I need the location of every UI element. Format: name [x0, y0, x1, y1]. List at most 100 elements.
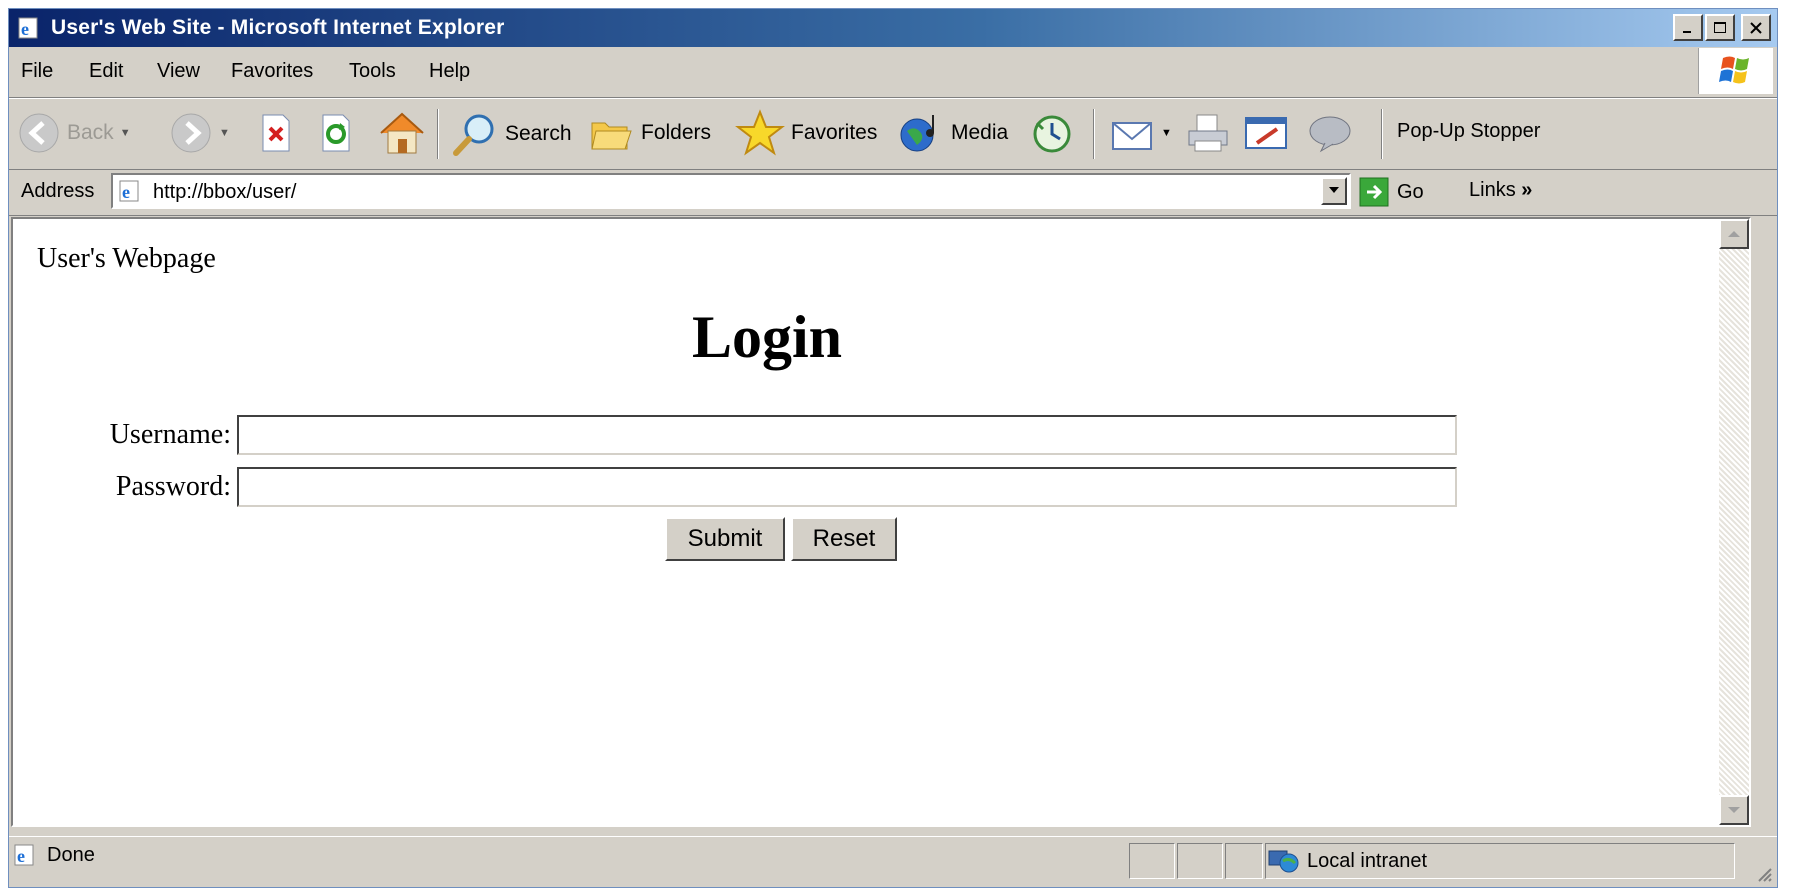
- chevron-down-icon: [1728, 807, 1740, 813]
- zone-text: Local intranet: [1307, 849, 1428, 872]
- standard-toolbar: Back ▼ ▼ Search Folders Favorites Media …: [9, 98, 1777, 170]
- password-row: Password:: [93, 467, 1457, 507]
- scroll-up-button[interactable]: [1719, 219, 1749, 249]
- favorites-star-icon: [735, 109, 785, 156]
- popup-stopper-button[interactable]: Pop-Up Stopper: [1397, 120, 1540, 143]
- history-button[interactable]: [1031, 113, 1073, 155]
- media-label: Media: [951, 121, 1009, 144]
- stop-icon: [262, 114, 290, 152]
- svg-text:e: e: [17, 846, 25, 866]
- edit-page-icon: [1245, 117, 1287, 149]
- forward-arrow-icon: [171, 113, 211, 153]
- address-bar: Address e http://bbox/user/ Go Links »: [9, 169, 1777, 216]
- history-icon: [1033, 115, 1071, 153]
- popup-stopper-label: Pop-Up Stopper: [1397, 120, 1541, 142]
- minimize-button[interactable]: [1673, 14, 1703, 41]
- menu-tools[interactable]: Tools: [349, 60, 396, 83]
- title-bar: e User's Web Site - Microsoft Internet E…: [9, 9, 1777, 47]
- window-title: User's Web Site - Microsoft Internet Exp…: [51, 16, 505, 39]
- search-icon: [453, 114, 494, 156]
- ie-page-icon: e: [14, 844, 34, 866]
- vertical-scrollbar[interactable]: [1719, 219, 1749, 825]
- resize-grip-icon[interactable]: [1755, 865, 1773, 883]
- menu-help[interactable]: Help: [429, 60, 470, 83]
- menu-bar: File Edit View Favorites Tools Help: [9, 47, 1777, 98]
- address-input[interactable]: e http://bbox/user/: [111, 173, 1351, 209]
- password-label: Password:: [115, 471, 231, 502]
- menu-favorites[interactable]: Favorites: [231, 60, 313, 83]
- menu-file[interactable]: File: [21, 60, 53, 83]
- ie-page-icon: e: [118, 179, 144, 209]
- favorites-button[interactable]: Favorites: [735, 109, 877, 157]
- login-heading: Login: [691, 304, 843, 370]
- folders-label: Folders: [641, 121, 712, 144]
- local-intranet-icon: [1268, 850, 1299, 873]
- address-label: Address: [21, 180, 95, 202]
- status-text: Done: [47, 843, 95, 866]
- forward-button[interactable]: ▼: [169, 111, 230, 155]
- chevron-right-icon: »: [1521, 179, 1533, 201]
- minimize-icon: [1683, 30, 1691, 33]
- status-main: e Done: [13, 843, 95, 867]
- menu-view[interactable]: View: [157, 60, 200, 83]
- printer-icon: [1188, 114, 1228, 152]
- back-dropdown-icon[interactable]: ▼: [120, 127, 131, 139]
- security-zone: Local intranet: [1267, 847, 1427, 875]
- refresh-icon: [322, 114, 350, 152]
- maximize-button[interactable]: [1705, 14, 1735, 41]
- reset-button[interactable]: Reset: [791, 517, 897, 561]
- go-arrow-icon: [1359, 177, 1389, 207]
- username-label: Username:: [109, 419, 231, 450]
- username-input[interactable]: [237, 415, 1457, 455]
- status-cell: [1129, 843, 1175, 879]
- folders-icon: [591, 122, 632, 150]
- search-label: Search: [505, 122, 572, 145]
- home-icon: [380, 112, 424, 154]
- home-button[interactable]: [377, 109, 427, 157]
- close-button[interactable]: [1741, 14, 1771, 41]
- submit-button[interactable]: Submit: [665, 517, 785, 561]
- site-label: User's Webpage: [37, 243, 216, 274]
- search-button[interactable]: Search: [451, 111, 572, 157]
- stop-button[interactable]: [259, 113, 293, 153]
- mail-dropdown-icon[interactable]: ▼: [1161, 127, 1172, 139]
- back-button[interactable]: Back ▼: [17, 111, 131, 155]
- username-row: Username:: [93, 415, 1457, 455]
- status-cell: [1177, 843, 1223, 879]
- close-icon: [1750, 21, 1762, 34]
- back-label: Back: [67, 121, 114, 144]
- discuss-icon: [1309, 116, 1351, 153]
- webpage: User's Webpage Login Username: Password:…: [13, 219, 1521, 825]
- print-button[interactable]: [1185, 111, 1231, 155]
- folders-button[interactable]: Folders: [589, 111, 711, 155]
- go-label: Go: [1397, 180, 1424, 203]
- svg-text:e: e: [21, 19, 29, 39]
- edit-button[interactable]: [1243, 113, 1291, 153]
- status-bar: e Done Local intranet: [9, 836, 1777, 887]
- back-arrow-icon: [19, 113, 59, 153]
- mail-button[interactable]: ▼: [1109, 113, 1172, 153]
- mail-icon: [1112, 122, 1152, 150]
- scroll-down-button[interactable]: [1719, 795, 1749, 825]
- media-button[interactable]: Media: [897, 111, 1008, 155]
- maximize-icon: [1714, 21, 1726, 33]
- go-button[interactable]: Go: [1359, 177, 1424, 207]
- password-input[interactable]: [237, 467, 1457, 507]
- discuss-button[interactable]: [1307, 113, 1353, 153]
- status-cell: [1225, 843, 1263, 879]
- browser-window: e User's Web Site - Microsoft Internet E…: [8, 8, 1778, 888]
- favorites-label: Favorites: [791, 121, 878, 144]
- links-label: Links: [1469, 179, 1516, 201]
- chevron-up-icon: [1728, 231, 1740, 237]
- svg-text:e: e: [122, 182, 130, 202]
- refresh-button[interactable]: [319, 113, 353, 153]
- ie-page-icon: e: [17, 16, 43, 46]
- forward-dropdown-icon[interactable]: ▼: [219, 127, 230, 139]
- address-url: http://bbox/user/: [153, 181, 297, 203]
- menu-edit[interactable]: Edit: [89, 60, 123, 83]
- media-icon: [900, 115, 934, 152]
- chevron-down-icon: [1329, 187, 1339, 193]
- address-dropdown-button[interactable]: [1321, 177, 1347, 205]
- page-content: User's Webpage Login Username: Password:…: [11, 217, 1751, 827]
- links-button[interactable]: Links »: [1469, 179, 1532, 202]
